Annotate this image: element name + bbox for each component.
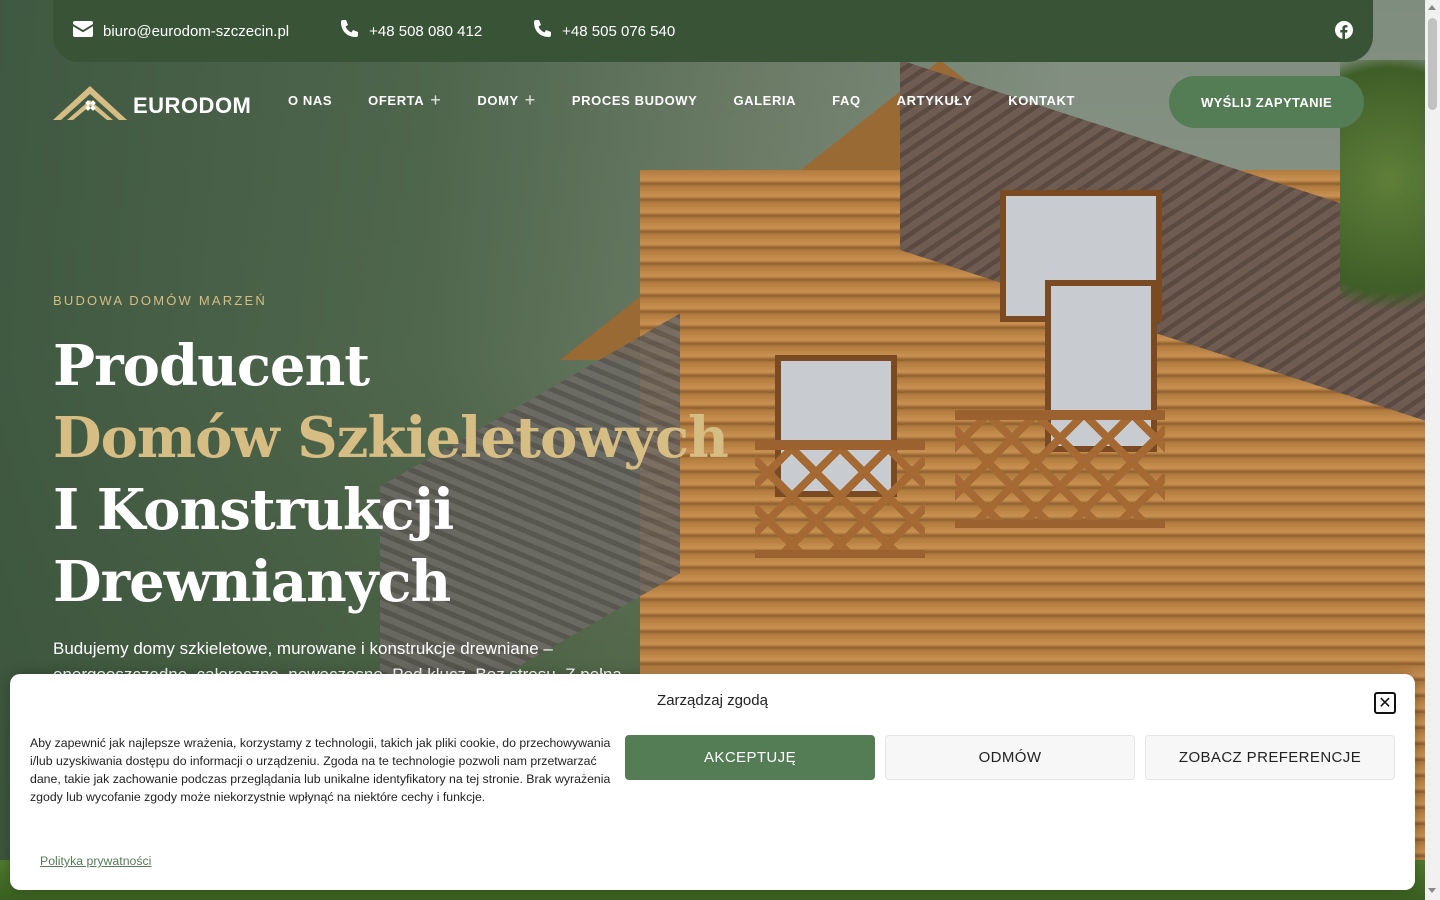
deny-button[interactable]: ODMÓW xyxy=(885,735,1135,780)
plus-icon: + xyxy=(524,90,536,110)
facebook-icon[interactable] xyxy=(1335,21,1353,39)
plus-icon: + xyxy=(430,90,442,110)
email-contact[interactable]: biuro@eurodom-szczecin.pl xyxy=(73,21,289,41)
nav-label: DOMY xyxy=(477,93,519,108)
nav-label: FAQ xyxy=(832,93,861,108)
hero-title-highlight: Domów Szkieletowych xyxy=(53,405,729,471)
nav-item-domy[interactable]: DOMY + xyxy=(477,90,536,110)
nav-label: ARTYKUŁY xyxy=(896,93,973,108)
cookie-title: Zarządzaj zgodą xyxy=(657,692,768,709)
envelope-icon xyxy=(73,21,93,41)
nav-item-proces-budowy[interactable]: PROCES BUDOWY xyxy=(572,93,698,108)
nav-item-faq[interactable]: FAQ xyxy=(832,93,861,108)
email-text: biuro@eurodom-szczecin.pl xyxy=(103,22,290,40)
nav-item-oferta[interactable]: OFERTA + xyxy=(368,90,442,110)
phone-text-1: +48 508 080 412 xyxy=(369,22,483,40)
phone-icon xyxy=(339,19,359,43)
view-preferences-button[interactable]: ZOBACZ PREFERENCJE xyxy=(1145,735,1395,780)
nav-item-kontakt[interactable]: KONTAKT xyxy=(1008,93,1075,108)
accept-button[interactable]: AKCEPTUJĘ xyxy=(625,735,875,780)
nav-label: O NAS xyxy=(288,93,333,108)
nav-item-artykuly[interactable]: ARTYKUŁY xyxy=(897,93,973,108)
nav-item-o-nas[interactable]: O NAS xyxy=(288,93,332,108)
scroll-down-arrow-icon[interactable] xyxy=(1428,888,1436,893)
hero-eyebrow: BUDOWA DOMÓW MARZEŃ xyxy=(53,293,267,308)
nav-label: GALERIA xyxy=(733,93,797,108)
site-logo[interactable]: EURODOM xyxy=(53,84,251,127)
hero-title-line1: Producent xyxy=(53,333,370,399)
phone-contact-2[interactable]: +48 505 076 540 xyxy=(532,19,675,43)
nav-label: PROCES BUDOWY xyxy=(571,93,698,108)
scroll-thumb[interactable] xyxy=(1428,18,1437,110)
cookie-text: Aby zapewnić jak najlepsze wrażenia, kor… xyxy=(30,736,611,804)
logo-text: EURODOM xyxy=(133,92,252,118)
phone-icon xyxy=(532,19,552,43)
main-navigation: O NAS OFERTA + DOMY + PROCES BUDOWY GALERI… xyxy=(288,90,1111,110)
send-inquiry-button[interactable]: WYŚLIJ ZAPYTANIE xyxy=(1169,76,1364,128)
hero-title: Producent Domów Szkieletowych I Konstrukc… xyxy=(53,330,753,618)
phone-contact-1[interactable]: +48 508 080 412 xyxy=(339,19,482,43)
scroll-up-arrow-icon[interactable] xyxy=(1428,5,1436,10)
nav-label: OFERTA xyxy=(368,93,425,108)
house-balcony xyxy=(955,410,1165,528)
privacy-policy-link[interactable]: Polityka prywatności xyxy=(40,854,151,868)
scrollbar[interactable] xyxy=(1425,0,1440,900)
nav-label: KONTAKT xyxy=(1008,93,1076,108)
cookie-consent-banner: Zarządzaj zgodą ✕ Aby zapewnić jak najle… xyxy=(10,674,1415,890)
phone-text-2: +48 505 076 540 xyxy=(562,22,676,40)
close-icon[interactable]: ✕ xyxy=(1374,692,1396,714)
house-balcony xyxy=(755,440,925,558)
top-contact-bar: biuro@eurodom-szczecin.pl +48 508 080 41… xyxy=(53,0,1373,62)
nav-item-galeria[interactable]: GALERIA xyxy=(733,93,796,108)
hero-title-rest: I Konstrukcji Drewnianych xyxy=(53,477,454,615)
house-logo-icon xyxy=(53,84,127,127)
